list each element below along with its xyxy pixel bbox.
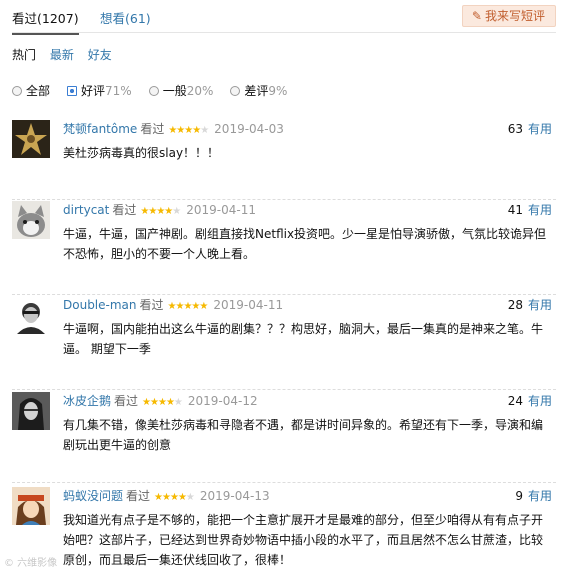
filter-mid-radio[interactable] (148, 85, 159, 96)
filter-all[interactable]: 全部 (12, 82, 50, 99)
star-filled-icon: ★ (157, 397, 167, 408)
comment-date: 2019-04-11 (213, 298, 284, 312)
write-comment-label: 我来写短评 (484, 9, 545, 23)
comment-text: 有几集不错，像美杜莎病毒和寻隐者不遇，都是讲时间异象的。希望还有下一季，导演和编… (63, 418, 544, 452)
vote-count: 41 (507, 203, 523, 217)
watermark: © 六维影像 (4, 558, 58, 569)
avatar[interactable] (12, 201, 50, 239)
sort-options: 热门 最新 好友 (12, 46, 122, 63)
sort-friends[interactable]: 好友 (88, 48, 112, 62)
comment-votes: 9 有用 (515, 487, 552, 504)
write-comment-button[interactable]: ✎ 我来写短评 (461, 5, 556, 27)
comment-item: Double-man 看过 ★★★★★ 2019-04-11 28 有用 牛逼啊，国内能… (12, 296, 556, 390)
star-filled-icon: ★ (150, 397, 159, 408)
useful-button[interactable]: 有用 (528, 298, 552, 312)
star-filled-icon: ★ (177, 492, 187, 503)
rating-stars: ★★★★★ (168, 301, 209, 312)
comment-item: 蚂蚁没问题 看过 ★★★★★ 2019-04-13 9 有用 我知道光有点子是不够的，能… (12, 487, 556, 575)
comment-date: 2019-04-11 (186, 203, 256, 217)
rating-stars: ★★★★★ (142, 397, 183, 408)
vote-count: 24 (507, 394, 523, 408)
tab-seen[interactable]: 看过(1207) (12, 8, 79, 35)
filter-mid-label: 一般 (162, 84, 187, 98)
comment-status: 看过 (126, 489, 151, 503)
star-empty-icon: ★ (172, 206, 181, 217)
comment-item: 梵顿fantôme 看过 ★★★★★ 2019-04-03 63 有用 美杜莎病毒真的很… (12, 120, 556, 200)
comment-item: 冰皮企鹅 看过 ★★★★★ 2019-04-12 24 有用 有几集不错，像美杜莎病毒和… (12, 392, 556, 483)
comment-meta: Double-man 看过 ★★★★★ 2019-04-11 (63, 296, 283, 313)
comment-meta: 蚂蚁没问题 看过 ★★★★★ 2019-04-13 (63, 487, 270, 504)
star-filled-icon: ★ (142, 397, 151, 408)
sort-latest[interactable]: 最新 (50, 48, 74, 62)
comment-status: 看过 (140, 122, 165, 136)
filter-good-pct: 71% (105, 83, 132, 98)
tab-want[interactable]: 想看(61) (100, 8, 151, 27)
comment-status: 看过 (114, 394, 139, 408)
star-empty-icon: ★ (173, 397, 183, 408)
pencil-icon: ✎ (471, 9, 482, 23)
filter-mid-pct: 20% (186, 83, 214, 98)
comment-text: 牛逼啊，国内能拍出这么牛逼的剧集？？？构思好，脑洞大，最后一集真的是神来之笔。牛… (63, 322, 544, 356)
comment-text: 我知道光有点子是不够的，能把一个主意扩展开才是最难的部分，但至少咱得从有有点子开… (63, 513, 544, 567)
star-filled-icon: ★ (162, 492, 171, 503)
comment-user[interactable]: 梵顿fantôme (63, 122, 137, 136)
comment-date: 2019-04-03 (214, 122, 284, 136)
comment-meta: 冰皮企鹅 看过 ★★★★★ 2019-04-12 (63, 392, 258, 409)
star-filled-icon: ★ (199, 301, 208, 312)
star-filled-icon: ★ (192, 125, 201, 136)
star-filled-icon: ★ (165, 397, 175, 408)
comment-status: 看过 (112, 203, 137, 217)
filter-mid[interactable]: 一般 20% (148, 82, 214, 99)
filter-good[interactable]: 好评 71% (67, 82, 132, 99)
star-filled-icon: ★ (154, 492, 163, 503)
filter-bad[interactable]: 差评 9% (230, 82, 287, 99)
useful-button[interactable]: 有用 (528, 122, 552, 136)
vote-count: 28 (507, 298, 523, 312)
comment-votes: 63 有用 (508, 120, 552, 137)
comment-user[interactable]: dirtycat (63, 203, 109, 217)
rating-filter: 全部 好评 71% 一般 20% 差评 9% (12, 82, 304, 99)
rating-stars: ★★★★★ (140, 206, 181, 217)
comment-text: 牛逼，牛逼，国产神剧。剧组直接找Netflix投资吧。少一星是怕导演骄傲，气氛比… (63, 227, 547, 261)
comment-item: dirtycat 看过 ★★★★★ 2019-04-11 41 有用 牛逼，牛逼，国产神… (12, 201, 556, 295)
useful-button[interactable]: 有用 (528, 203, 552, 217)
comment-votes: 24 有用 (508, 392, 552, 409)
vote-count: 63 (507, 122, 523, 136)
avatar[interactable] (12, 296, 50, 334)
comment-user[interactable]: 蚂蚁没问题 (63, 489, 123, 503)
comment-status: 看过 (139, 298, 164, 312)
comment-votes: 41 有用 (508, 201, 552, 218)
star-empty-icon: ★ (200, 125, 209, 136)
sort-hot[interactable]: 热门 (12, 48, 36, 62)
comment-user[interactable]: 冰皮企鹅 (63, 394, 111, 408)
comment-votes: 28 有用 (508, 296, 552, 313)
useful-button[interactable]: 有用 (528, 394, 552, 408)
comment-meta: dirtycat 看过 ★★★★★ 2019-04-11 (63, 201, 256, 218)
comment-date: 2019-04-13 (199, 489, 270, 503)
filter-bad-radio[interactable] (230, 85, 241, 96)
filter-all-radio[interactable] (12, 85, 22, 96)
filter-good-label: 好评 (81, 84, 106, 98)
star-empty-icon: ★ (185, 492, 195, 503)
useful-button[interactable]: 有用 (528, 489, 552, 503)
avatar[interactable] (12, 120, 50, 158)
avatar[interactable] (12, 392, 50, 430)
comment-meta: 梵顿fantôme 看过 ★★★★★ 2019-04-03 (63, 120, 284, 137)
filter-good-radio[interactable] (67, 85, 78, 96)
rating-stars: ★★★★★ (154, 492, 195, 503)
star-filled-icon: ★ (169, 492, 179, 503)
filter-all-label: 全部 (26, 84, 51, 98)
vote-count: 9 (515, 489, 523, 503)
avatar[interactable] (12, 487, 50, 525)
comment-user[interactable]: Double-man (63, 298, 137, 312)
comment-text: 美杜莎病毒真的很slay！！！ (63, 146, 220, 160)
rating-stars: ★★★★★ (168, 125, 209, 136)
comment-date: 2019-04-12 (187, 394, 258, 408)
comment-tabs: 看过(1207) 想看(61) ✎ 我来写短评 (12, 0, 556, 35)
filter-bad-label: 差评 (244, 84, 269, 98)
filter-bad-pct: 9% (268, 83, 288, 98)
